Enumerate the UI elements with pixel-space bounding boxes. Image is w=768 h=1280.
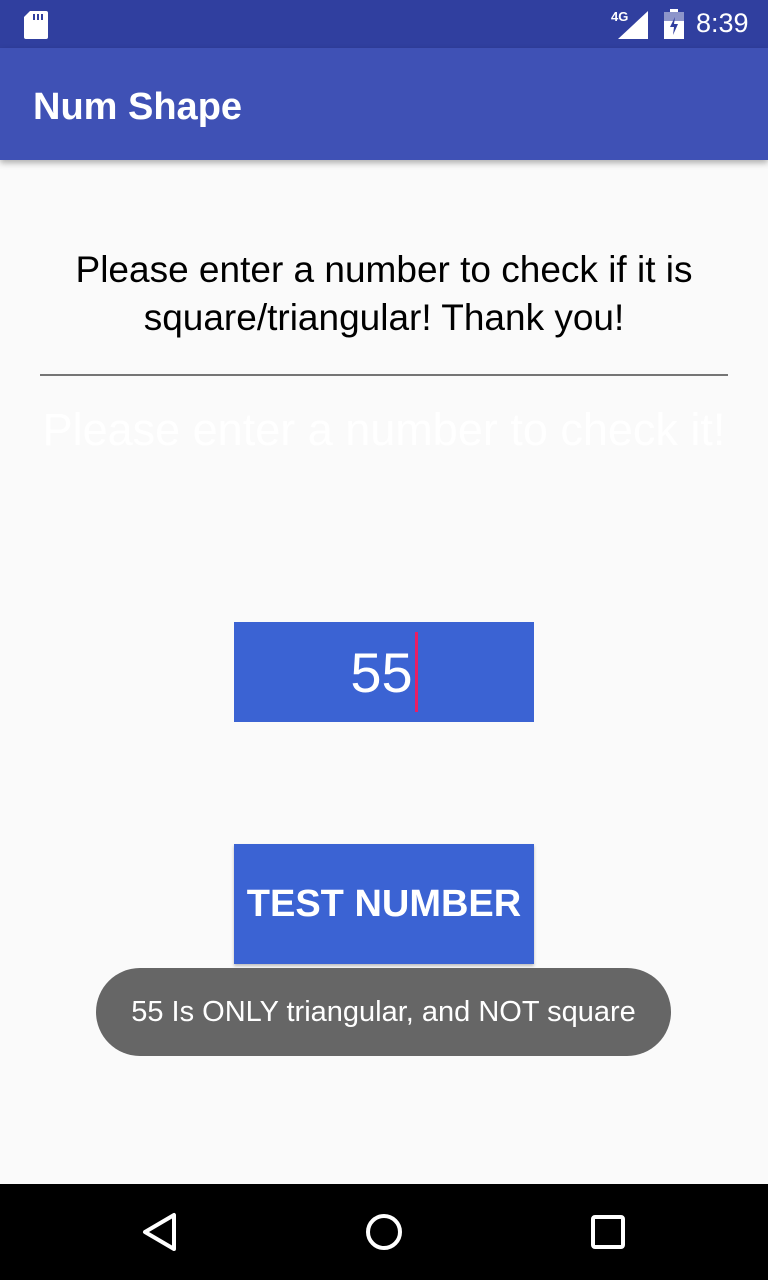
app-bar: Num Shape	[0, 48, 768, 160]
navigation-bar	[0, 1184, 768, 1280]
instruction-text: Please enter a number to check if it is …	[75, 249, 693, 338]
home-icon[interactable]	[364, 1212, 404, 1252]
app-title: Num Shape	[33, 86, 243, 128]
text-cursor	[414, 632, 418, 712]
number-input-value: 55	[350, 640, 413, 704]
test-number-button[interactable]: TEST NUMBER	[234, 844, 534, 964]
status-bar: 4G 8:39	[0, 0, 768, 48]
number-input[interactable]: 55	[234, 622, 534, 722]
back-icon[interactable]	[140, 1212, 180, 1252]
sd-card-icon	[24, 11, 48, 39]
clock: 8:39	[696, 8, 749, 38]
toast-text: 55 Is ONLY triangular, and NOT square	[131, 995, 636, 1028]
divider	[40, 374, 728, 376]
toast-message: 55 Is ONLY triangular, and NOT square	[96, 968, 671, 1056]
signal-icon	[618, 11, 648, 39]
battery-icon	[664, 9, 684, 39]
hint-text: Please enter a number to check it!	[42, 404, 726, 455]
recents-icon[interactable]	[588, 1212, 628, 1252]
